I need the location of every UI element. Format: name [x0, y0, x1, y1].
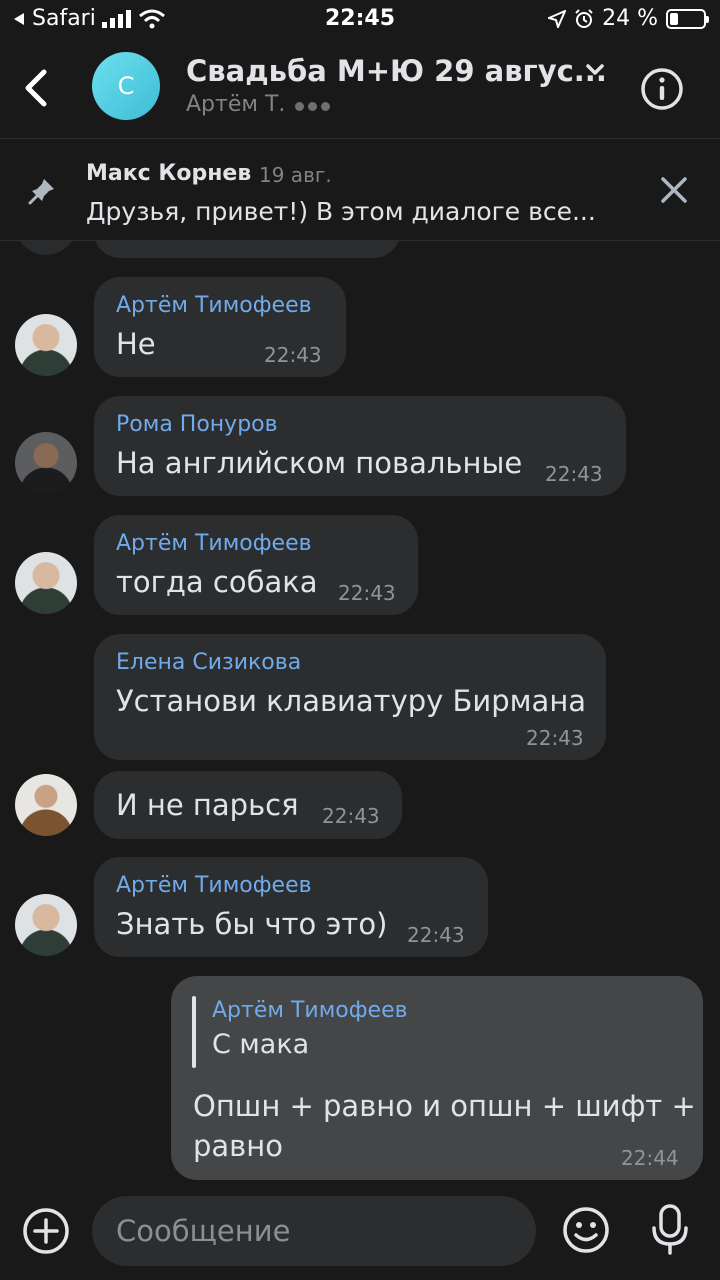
chat-title[interactable]: Свадьба М+Ю 29 авгус... — [186, 54, 607, 88]
message-time: 22:43 — [407, 923, 465, 947]
typing-user: Артём Т. — [186, 92, 286, 117]
typing-status: Артём Т. — [186, 92, 334, 117]
message-bubble[interactable]: Елена Сизикова Установи клавиатуру Бирма… — [94, 634, 606, 760]
message-placeholder: Сообщение — [116, 1214, 291, 1248]
pinned-author-label: Макс Корнев — [86, 161, 252, 186]
message-bubble[interactable]: Артём Тимофеев Знать бы что это) 22:43 — [94, 857, 488, 957]
battery-percent: 24 % — [602, 6, 658, 31]
reply-text[interactable]: С мака — [212, 1029, 309, 1060]
pinned-text-label: Друзья, привет!) В этом диалоге все... — [86, 197, 596, 226]
message-time: 22:43 — [322, 804, 380, 828]
message-text: Знать бы что это) — [116, 907, 388, 941]
avatar[interactable] — [15, 774, 77, 836]
location-icon — [548, 9, 567, 28]
message-bubble[interactable]: Артём Тимофеев Не 22:43 — [94, 277, 346, 377]
message-text: тогда собака — [116, 565, 318, 599]
message-bubble[interactable]: Рома Понуров На английском повальные 22:… — [94, 396, 626, 496]
message-sender[interactable]: Рома Понуров — [116, 412, 278, 437]
chat-avatar[interactable]: С — [92, 52, 160, 120]
message-sender[interactable]: Артём Тимофеев — [116, 531, 312, 556]
close-pinned-icon[interactable] — [658, 174, 690, 206]
message-time: 22:43 — [264, 343, 322, 367]
reply-quote-bar — [192, 996, 196, 1068]
info-icon[interactable] — [640, 67, 684, 111]
message-time: 22:44 — [621, 1146, 679, 1170]
avatar[interactable] — [15, 894, 77, 956]
message-sender[interactable]: Артём Тимофеев — [116, 873, 312, 898]
avatar[interactable] — [15, 552, 77, 614]
message-composer: Сообщение — [0, 1180, 720, 1280]
message-bubble[interactable]: Артём Тимофеев тогда собака 22:43 — [94, 515, 418, 615]
back-icon[interactable] — [18, 64, 58, 112]
pin-icon — [28, 179, 54, 205]
message-time: 22:43 — [338, 581, 396, 605]
message-input[interactable]: Сообщение — [92, 1196, 536, 1266]
add-attachment-icon[interactable] — [22, 1207, 70, 1255]
message-time: 22:43 — [545, 462, 603, 486]
message-bubble[interactable]: И не парься 22:43 — [94, 771, 402, 839]
message-text: Не — [116, 327, 156, 361]
reply-sender[interactable]: Артём Тимофеев — [212, 998, 408, 1023]
message-text: И не парься — [116, 788, 299, 822]
avatar[interactable] — [15, 432, 77, 494]
own-message-bubble[interactable]: Артём Тимофеев С мака Опшн + равно и опш… — [171, 976, 703, 1180]
message-text: Установи клавиатуру Бирмана — [116, 684, 587, 718]
pinned-date-label: 19 авг. — [259, 163, 332, 187]
battery-icon — [666, 8, 709, 29]
message-sender[interactable]: Елена Сизикова — [116, 650, 301, 675]
alarm-icon — [575, 8, 593, 28]
microphone-icon[interactable] — [650, 1204, 690, 1256]
message-text: На английском повальные — [116, 446, 523, 480]
chevron-down-icon[interactable] — [584, 62, 606, 78]
message-sender[interactable]: Артём Тимофеев — [116, 293, 312, 318]
message-text-line1: Опшн + равно и опшн + шифт + — [193, 1089, 696, 1123]
status-bar: Safari 22:45 24 % — [0, 0, 720, 40]
emoji-icon[interactable] — [562, 1206, 610, 1254]
message-text-line2: равно — [193, 1129, 283, 1163]
typing-dots-icon — [295, 92, 334, 117]
pinned-overlay: Макс Корнев 19 авг. Друзья, привет!) В э… — [0, 139, 720, 241]
message-time: 22:43 — [526, 726, 584, 750]
avatar[interactable] — [15, 314, 77, 376]
chat-header: С Свадьба М+Ю 29 авгус... Артём Т. — [0, 40, 720, 138]
